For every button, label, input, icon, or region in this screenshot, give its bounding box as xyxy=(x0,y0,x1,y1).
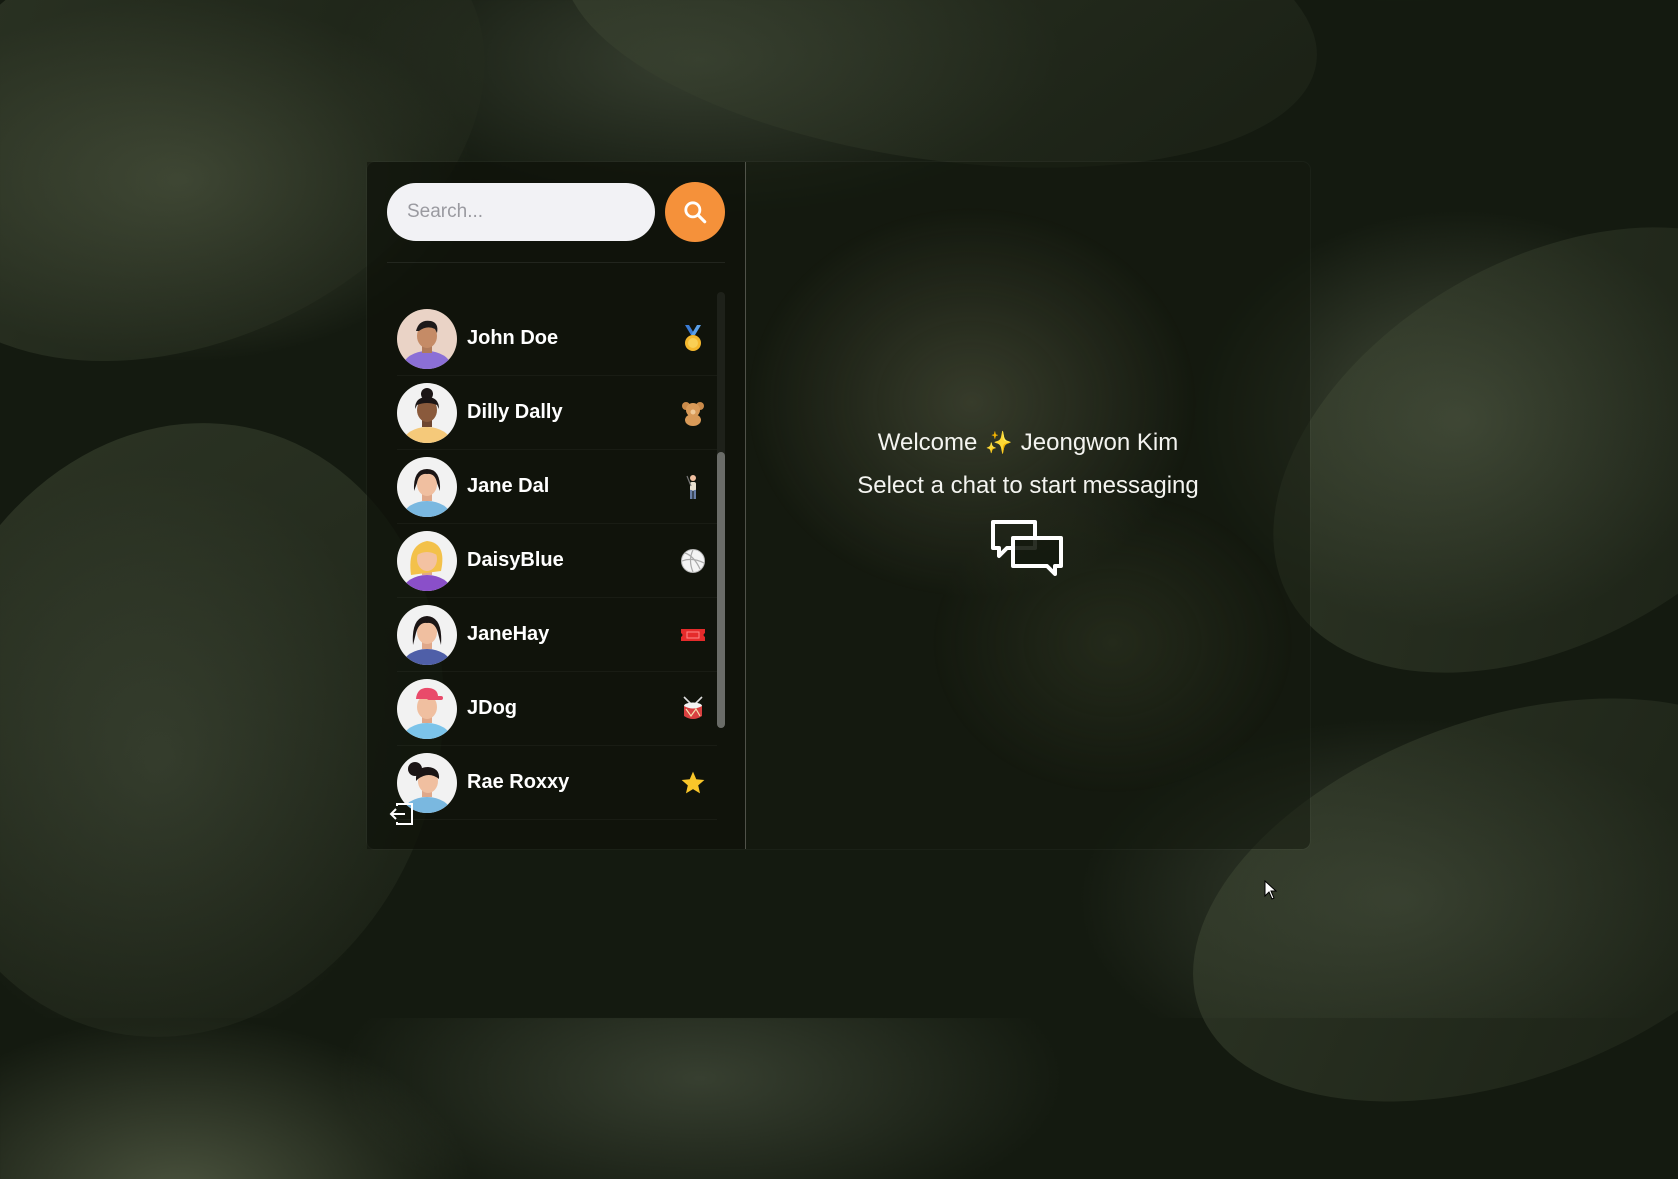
chat-app-window: John Doe xyxy=(367,162,1310,849)
welcome-panel: Welcome ✨ Jeongwon Kim Select a chat to … xyxy=(746,162,1310,849)
chat-list: John Doe Dilly Dally Jane Dal DaisyBlue … xyxy=(397,302,717,820)
chat-item-jane-dal[interactable]: Jane Dal xyxy=(397,450,717,524)
divider xyxy=(387,262,725,263)
logout-button[interactable] xyxy=(389,802,415,831)
search-bar xyxy=(387,182,725,242)
chat-name: JDog xyxy=(467,697,517,719)
volleyball-icon xyxy=(679,547,707,575)
golfer-icon xyxy=(679,473,707,501)
user-name: Jeongwon Kim xyxy=(1020,429,1179,456)
chat-name: Rae Roxxy xyxy=(467,771,570,793)
sparkles-icon: ✨ xyxy=(985,430,1013,455)
search-input[interactable] xyxy=(387,183,655,241)
welcome-greeting: Welcome xyxy=(877,429,978,456)
chat-item-daisyblue[interactable]: DaisyBlue xyxy=(397,524,717,598)
chat-name: Jane Dal xyxy=(467,475,550,497)
chat-item-john-doe[interactable]: John Doe xyxy=(397,302,717,376)
drum-icon xyxy=(679,695,707,723)
chat-item-jdog[interactable]: JDog xyxy=(397,672,717,746)
chat-item-rae-roxxy[interactable]: Rae Roxxy xyxy=(397,746,717,820)
welcome-heading: Welcome ✨ Jeongwon Kim xyxy=(878,426,1178,460)
avatar xyxy=(397,604,457,665)
avatar xyxy=(397,456,457,517)
scrollbar-thumb[interactable] xyxy=(717,452,725,728)
medal-icon xyxy=(679,324,707,353)
chat-name: John Doe xyxy=(467,327,559,349)
sidebar: John Doe xyxy=(367,162,746,849)
avatar xyxy=(397,382,457,443)
teddy-bear-icon xyxy=(679,399,707,427)
search-icon xyxy=(684,201,707,224)
mouse-cursor xyxy=(1264,879,1278,905)
chat-name: DaisyBlue xyxy=(467,549,564,571)
messages-icon xyxy=(989,518,1067,585)
avatar xyxy=(397,308,457,369)
logout-icon xyxy=(389,803,413,825)
chat-item-dilly-dally[interactable]: Dilly Dally xyxy=(397,376,717,450)
avatar xyxy=(397,530,457,591)
search-button[interactable] xyxy=(665,182,725,242)
chat-item-janehay[interactable]: JaneHay xyxy=(397,598,717,672)
ticket-icon xyxy=(679,621,707,649)
chat-name: JaneHay xyxy=(467,623,550,645)
star-icon xyxy=(679,769,707,797)
chat-name: Dilly Dally xyxy=(467,401,563,423)
avatar xyxy=(397,678,457,739)
welcome-subtitle: Select a chat to start messaging xyxy=(857,472,1199,499)
